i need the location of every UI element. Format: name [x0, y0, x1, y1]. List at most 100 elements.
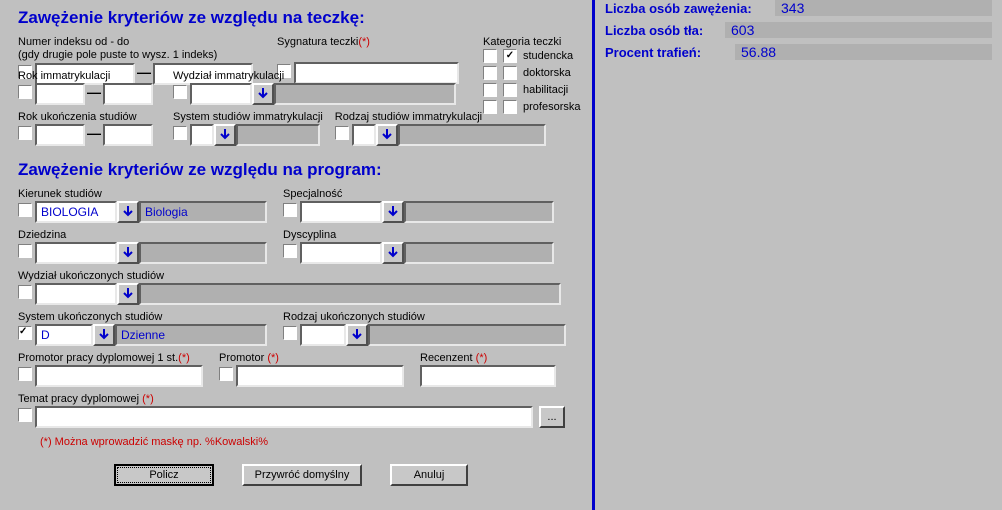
- wydz-uk-code[interactable]: [35, 283, 117, 305]
- cat-check-habilitacji[interactable]: [503, 83, 517, 97]
- prom1-checkbox[interactable]: [18, 367, 32, 381]
- rok-imm-to[interactable]: [103, 83, 153, 105]
- specjalnosc-checkbox[interactable]: [283, 203, 297, 217]
- rok-uk-to[interactable]: [103, 124, 153, 146]
- dash-icon: —: [85, 84, 103, 104]
- sygnatura-label: Sygnatura teczki(*): [277, 36, 459, 48]
- mask-note: (*) Można wprowadzić maskę np. %Kowalski…: [40, 436, 582, 448]
- prom-checkbox[interactable]: [219, 367, 233, 381]
- system-imm-dropdown[interactable]: [214, 124, 236, 146]
- cat-check-doktorska[interactable]: [503, 66, 517, 80]
- dziedzina-code[interactable]: [35, 242, 117, 264]
- specjalnosc-name: [404, 201, 554, 223]
- specjalnosc-code[interactable]: [300, 201, 382, 223]
- system-uk-dropdown[interactable]: [93, 324, 115, 346]
- kierunek-checkbox[interactable]: [18, 203, 32, 217]
- arrow-down-icon: [123, 206, 133, 218]
- stat-tla-label: Liczba osób tła:: [605, 23, 725, 38]
- wydz-uk-checkbox[interactable]: [18, 285, 32, 299]
- section2-title: Zawężenie kryteriów ze względu na progra…: [18, 160, 582, 180]
- rodzaj-imm-dropdown[interactable]: [376, 124, 398, 146]
- cat-check-studencka[interactable]: [503, 49, 517, 63]
- rodzaj-imm-checkbox[interactable]: [335, 126, 349, 140]
- rodzaj-uk-name: [368, 324, 566, 346]
- wydz-uk-name: [139, 283, 561, 305]
- system-uk-label: System ukończonych studiów: [18, 311, 267, 323]
- dyscyplina-code[interactable]: [300, 242, 382, 264]
- policz-button[interactable]: Policz: [114, 464, 214, 486]
- rok-uk-checkbox[interactable]: [18, 126, 32, 140]
- cat-enable-2[interactable]: [483, 83, 497, 97]
- system-uk-name: [115, 324, 267, 346]
- stat-zaw-label: Liczba osób zawężenia:: [605, 1, 775, 16]
- arrow-down-icon: [99, 329, 109, 341]
- rodzaj-uk-code[interactable]: [300, 324, 346, 346]
- cat-enable-1[interactable]: [483, 66, 497, 80]
- dash-icon: —: [85, 125, 103, 145]
- dyscyplina-dropdown[interactable]: [382, 242, 404, 264]
- wydz-imm-name: [274, 83, 456, 105]
- wydz-imm-dropdown[interactable]: [252, 83, 274, 105]
- system-imm-label: System studiów immatrykulacji: [173, 111, 323, 123]
- dziedzina-checkbox[interactable]: [18, 244, 32, 258]
- cat-label-2: habilitacji: [523, 84, 568, 96]
- wydz-imm-code[interactable]: [190, 83, 252, 105]
- arrow-down-icon: [220, 129, 230, 141]
- system-imm-checkbox[interactable]: [173, 126, 187, 140]
- wydz-imm-label: Wydział immatrykulacji: [173, 70, 456, 82]
- stat-traf-box: 56.88: [735, 44, 992, 60]
- rok-imm-from[interactable]: [35, 83, 85, 105]
- system-imm-code[interactable]: [190, 124, 214, 146]
- rec-input[interactable]: [420, 365, 556, 387]
- rodzaj-uk-checkbox[interactable]: [283, 326, 297, 340]
- arrow-down-icon: [123, 288, 133, 300]
- rok-imm-label: Rok immatrykulacji: [18, 70, 153, 82]
- dyscyplina-checkbox[interactable]: [283, 244, 297, 258]
- rok-uk-label: Rok ukończenia studiów: [18, 111, 153, 123]
- temat-checkbox[interactable]: [18, 408, 32, 422]
- rok-imm-checkbox[interactable]: [18, 85, 32, 99]
- cat-label-0: studencka: [523, 50, 573, 62]
- system-uk-checkbox[interactable]: [18, 326, 32, 340]
- dziedzina-name: [139, 242, 267, 264]
- stat-zaw-box: 343: [775, 0, 992, 16]
- kierunek-dropdown[interactable]: [117, 201, 139, 223]
- rodzaj-uk-label: Rodzaj ukończonych studiów: [283, 311, 566, 323]
- arrow-down-icon: [388, 206, 398, 218]
- rodzaj-uk-dropdown[interactable]: [346, 324, 368, 346]
- cat-enable-0[interactable]: [483, 49, 497, 63]
- prom-label: Promotor (*): [219, 352, 404, 364]
- stat-tla-box: 603: [725, 22, 992, 38]
- prom1-input[interactable]: [35, 365, 203, 387]
- rodzaj-imm-name: [398, 124, 546, 146]
- temat-input[interactable]: [35, 406, 533, 428]
- wydz-uk-dropdown[interactable]: [117, 283, 139, 305]
- dyscyplina-label: Dyscyplina: [283, 229, 554, 241]
- wydz-uk-label: Wydział ukończonych studiów: [18, 270, 561, 282]
- index-hint: (gdy drugie pole puste to wysz. 1 indeks…: [18, 49, 253, 61]
- dyscyplina-name: [404, 242, 554, 264]
- kierunek-code[interactable]: [35, 201, 117, 223]
- rodzaj-imm-label: Rodzaj studiów immatrykulacji: [335, 111, 546, 123]
- anuluj-button[interactable]: Anuluj: [390, 464, 468, 486]
- kategoria-label: Kategoria teczki: [483, 36, 580, 48]
- system-uk-code[interactable]: [35, 324, 93, 346]
- arrow-down-icon: [123, 247, 133, 259]
- rok-uk-from[interactable]: [35, 124, 85, 146]
- kierunek-label: Kierunek studiów: [18, 188, 267, 200]
- rec-label: Recenzent (*): [420, 352, 556, 364]
- przywroc-button[interactable]: Przywróć domyślny: [242, 464, 362, 486]
- specjalnosc-dropdown[interactable]: [382, 201, 404, 223]
- stat-traf-val: 56.88: [735, 43, 782, 61]
- cat-label-1: doktorska: [523, 67, 571, 79]
- prom1-label: Promotor pracy dyplomowej 1 st.(*): [18, 352, 203, 364]
- prom-input[interactable]: [236, 365, 404, 387]
- wydz-imm-checkbox[interactable]: [173, 85, 187, 99]
- temat-label: Temat pracy dyplomowej (*): [18, 393, 565, 405]
- temat-browse-button[interactable]: ...: [539, 406, 565, 428]
- system-imm-name: [236, 124, 320, 146]
- rodzaj-imm-code[interactable]: [352, 124, 376, 146]
- arrow-down-icon: [352, 329, 362, 341]
- dziedzina-dropdown[interactable]: [117, 242, 139, 264]
- arrow-down-icon: [382, 129, 392, 141]
